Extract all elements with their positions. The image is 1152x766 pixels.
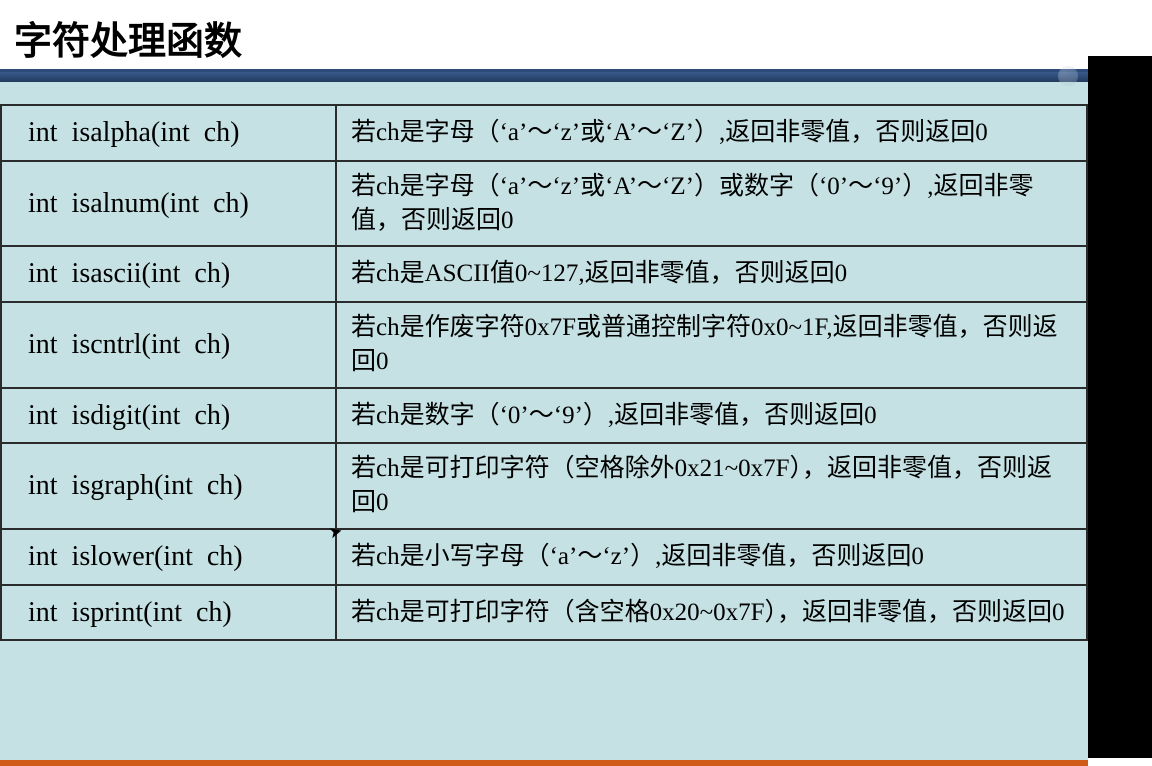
function-description: 若ch是数字（‘0’～‘9’）,返回非零值，否则返回0 [336,388,1087,444]
function-description: 若ch是小写字母（‘a’～‘z’）,返回非零值，否则返回0 [336,529,1087,585]
function-description: 若ch是ASCII值0~127,返回非零值，否则返回0 [336,246,1087,302]
right-black-strip [1088,0,1152,766]
function-signature: int isascii(int ch) [1,246,336,302]
gap [0,82,1088,104]
table-row: int isdigit(int ch) 若ch是数字（‘0’～‘9’）,返回非零… [1,388,1087,444]
function-signature: int islower(int ch) [1,529,336,585]
table-row: int isgraph(int ch) 若ch是可打印字符（空格除外0x21~0… [1,443,1087,529]
function-description: 若ch是字母（‘a’～‘z’或‘A’～‘Z’）,返回非零值，否则返回0 [336,105,1087,161]
strip-bottom-white [1088,758,1152,766]
function-signature: int isgraph(int ch) [1,443,336,529]
title-area: 字符处理函数 [0,0,1088,72]
function-table: int isalpha(int ch) 若ch是字母（‘a’～‘z’或‘A’～‘… [0,104,1088,641]
table-row: int isalpha(int ch) 若ch是字母（‘a’～‘z’或‘A’～‘… [1,105,1087,161]
slide-page: 字符处理函数 int isalpha(int ch) 若ch是字母（‘a’～‘z… [0,0,1088,766]
table-row: int iscntrl(int ch) 若ch是作废字符0x7F或普通控制字符0… [1,302,1087,388]
function-description: 若ch是作废字符0x7F或普通控制字符0x0~1F,返回非零值，否则返回0 [336,302,1087,388]
table-row: int isascii(int ch) 若ch是ASCII值0~127,返回非零… [1,246,1087,302]
table-row: int isalnum(int ch) 若ch是字母（‘a’～‘z’或‘A’～‘… [1,161,1087,247]
function-signature: int isprint(int ch) [1,585,336,641]
bottom-accent-bar [0,760,1088,766]
function-signature: int isalpha(int ch) [1,105,336,161]
strip-top-white [1088,0,1152,56]
table-row: int islower(int ch) 若ch是小写字母（‘a’～‘z’）,返回… [1,529,1087,585]
function-description: 若ch是可打印字符（空格除外0x21~0x7F），返回非零值，否则返回0 [336,443,1087,529]
function-description: 若ch是可打印字符（含空格0x20~0x7F），返回非零值，否则返回0 [336,585,1087,641]
divider-bar [0,72,1088,82]
page-title: 字符处理函数 [14,10,1088,65]
function-signature: int iscntrl(int ch) [1,302,336,388]
function-signature: int isdigit(int ch) [1,388,336,444]
table-row: int isprint(int ch) 若ch是可打印字符（含空格0x20~0x… [1,585,1087,641]
function-description: 若ch是字母（‘a’～‘z’或‘A’～‘Z’）或数字（‘0’～‘9’）,返回非零… [336,161,1087,247]
function-signature: int isalnum(int ch) [1,161,336,247]
